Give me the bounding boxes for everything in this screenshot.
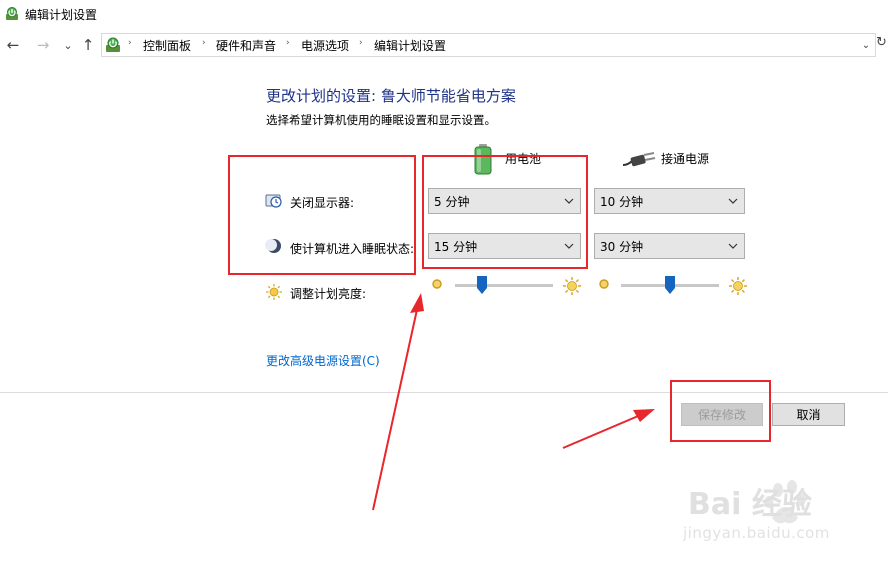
page-title: 更改计划的设置: 鲁大师节能省电方案 xyxy=(266,87,516,105)
watermark-brand: Bai 经验 xyxy=(688,487,812,522)
breadcrumb-separator[interactable]: › xyxy=(202,38,206,48)
plugged-in-column-header: 接通电源 xyxy=(661,152,710,166)
brightness-plugged-slider-thumb[interactable] xyxy=(665,276,675,294)
power-plan-icon xyxy=(6,7,18,20)
breadcrumb-edit-plan[interactable]: 编辑计划设置 xyxy=(374,37,446,54)
display-off-plugged-select[interactable]: 10 分钟 xyxy=(594,188,745,214)
watermark-url: jingyan.baidu.com xyxy=(683,524,830,542)
bright-sun-icon xyxy=(729,277,747,295)
sun-icon xyxy=(266,284,282,300)
advanced-power-settings-link[interactable]: 更改高级电源设置(C) xyxy=(266,352,380,369)
brightness-label: 调整计划亮度: xyxy=(290,287,367,301)
brightness-battery-slider[interactable] xyxy=(455,284,553,287)
annotation-arrow-right xyxy=(562,409,655,449)
breadcrumb-separator[interactable]: › xyxy=(286,38,290,48)
brightness-battery-slider-thumb[interactable] xyxy=(477,276,488,294)
breadcrumb-separator[interactable]: › xyxy=(359,38,363,48)
back-arrow-icon[interactable]: ← xyxy=(4,35,22,55)
forward-arrow-icon[interactable]: → xyxy=(34,35,52,55)
refresh-icon[interactable]: ↻ xyxy=(876,35,888,55)
dim-sun-icon xyxy=(599,279,609,289)
annotation-box-battery-settings xyxy=(422,155,588,269)
plug-icon xyxy=(622,152,656,167)
breadcrumb-control-panel[interactable]: 控制面板 xyxy=(143,37,191,54)
annotation-arrow-up xyxy=(372,293,424,511)
breadcrumb-hardware-sound[interactable]: 硬件和声音 xyxy=(216,37,276,54)
breadcrumb-power-options[interactable]: 电源选项 xyxy=(301,37,349,54)
cancel-button[interactable]: 取消 xyxy=(772,403,845,426)
bright-sun-icon xyxy=(563,277,581,295)
breadcrumb-separator: › xyxy=(128,38,132,48)
annotation-box-labels xyxy=(228,155,416,275)
annotation-box-save xyxy=(670,380,771,442)
up-arrow-icon[interactable]: ↑ xyxy=(79,35,97,55)
sleep-plugged-select[interactable]: 30 分钟 xyxy=(594,233,745,259)
sleep-plugged-value: 30 分钟 xyxy=(600,239,644,254)
recent-locations-icon[interactable]: ⌄ xyxy=(59,35,77,55)
control-panel-icon xyxy=(106,37,120,52)
address-dropdown-icon[interactable]: ⌄ xyxy=(859,36,873,54)
display-off-plugged-value: 10 分钟 xyxy=(600,194,644,209)
chevron-down-icon xyxy=(728,243,738,249)
dim-sun-icon xyxy=(432,279,442,289)
chevron-down-icon xyxy=(728,198,738,204)
title-bar xyxy=(0,0,888,30)
window-title: 编辑计划设置 xyxy=(25,8,98,22)
page-subtitle: 选择希望计算机使用的睡眠设置和显示设置。 xyxy=(266,113,496,127)
